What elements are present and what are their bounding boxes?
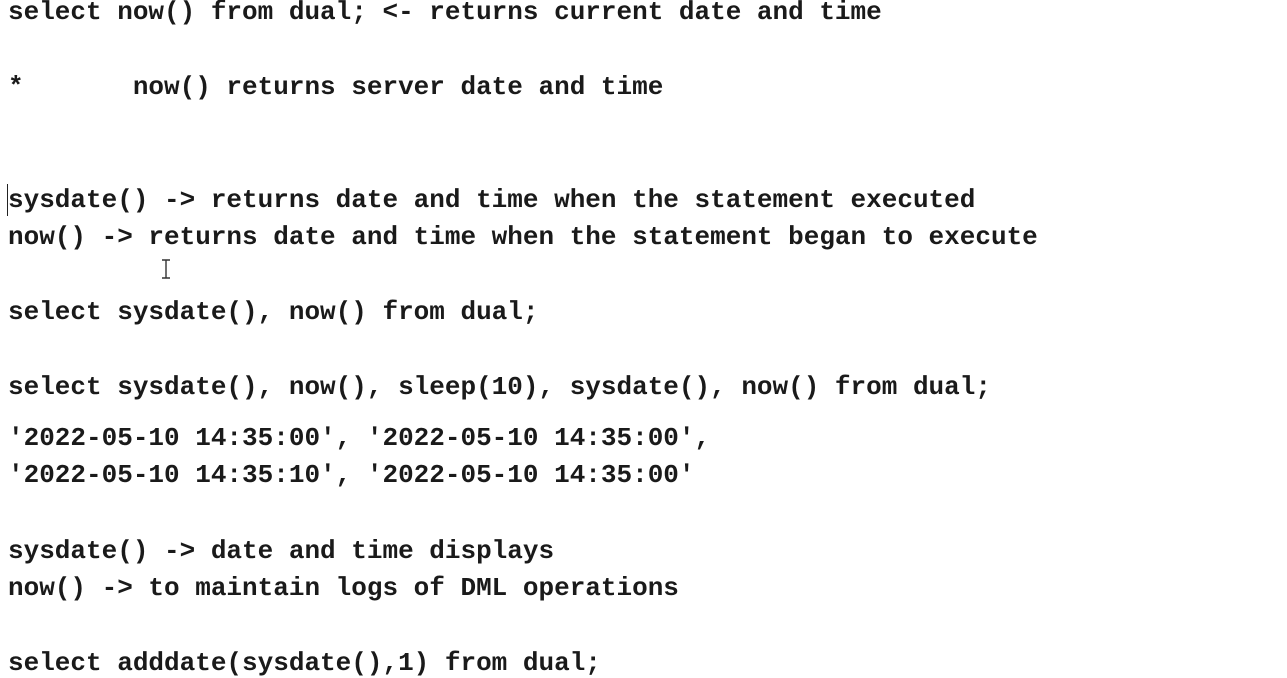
text-cursor-icon (162, 259, 170, 279)
text-line: now() -> to maintain logs of DML operati… (8, 573, 679, 603)
text-line: now() -> returns date and time when the … (8, 222, 1038, 252)
text-line: sysdate() -> date and time displays (8, 536, 555, 566)
text-line: '2022-05-10 14:35:00', '2022-05-10 14:35… (8, 423, 711, 453)
text-line: select adddate(sysdate(),1) from dual; (8, 648, 601, 678)
text-line: sysdate() -> returns date and time when … (8, 185, 976, 215)
text-line: select now() from dual; <- returns curre… (8, 0, 882, 27)
text-line: select sysdate(), now() from dual; (8, 297, 539, 327)
text-line: * now() returns server date and time (8, 72, 664, 102)
text-line: '2022-05-10 14:35:10', '2022-05-10 14:35… (8, 460, 695, 490)
text-editor-area[interactable]: select now() from dual; <- returns curre… (0, 0, 1287, 678)
text-line: select sysdate(), now(), sleep(10), sysd… (8, 372, 991, 402)
